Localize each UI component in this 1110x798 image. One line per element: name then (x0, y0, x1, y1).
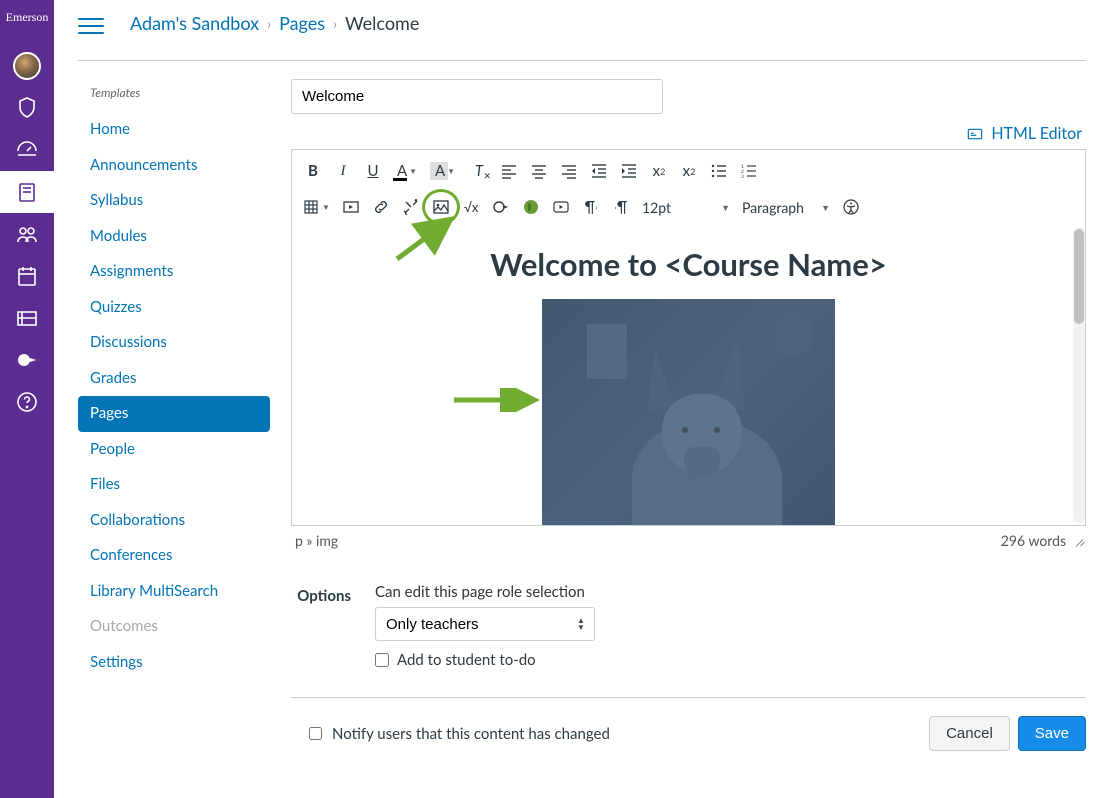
dashboard-icon[interactable] (0, 129, 54, 171)
link-button[interactable] (366, 193, 396, 221)
editor-path[interactable]: p » img (295, 532, 338, 549)
nav-conferences[interactable]: Conferences (78, 538, 273, 574)
nav-outcomes[interactable]: Outcomes (78, 609, 273, 645)
accessibility-checker-button[interactable] (836, 193, 866, 221)
subscript-button[interactable]: x2 (674, 157, 704, 185)
html-editor-toggle[interactable]: HTML Editor (967, 124, 1082, 143)
font-size-dropdown[interactable]: 12pt▼ (636, 193, 736, 221)
role-selection-label: Can edit this page role selection (375, 583, 1086, 601)
nav-discussions[interactable]: Discussions (78, 325, 273, 361)
course-nav: Templates Home Announcements Syllabus Mo… (78, 61, 273, 769)
nav-files[interactable]: Files (78, 467, 273, 503)
save-button[interactable]: Save (1018, 716, 1086, 751)
content-image[interactable] (542, 299, 835, 525)
page-title-input[interactable] (291, 79, 663, 114)
clear-formatting-button[interactable]: T✕ (464, 157, 494, 185)
indent-button[interactable] (614, 157, 644, 185)
notify-checkbox-row[interactable]: Notify users that this content has chang… (309, 725, 610, 743)
superscript-button[interactable]: x2 (644, 157, 674, 185)
numbered-list-button[interactable]: 123 (734, 157, 764, 185)
embed-image-button[interactable] (426, 193, 456, 221)
editor-scrollbar[interactable] (1073, 227, 1085, 523)
nav-syllabus[interactable]: Syllabus (78, 183, 273, 219)
role-select[interactable]: Only teachers (375, 607, 595, 641)
groups-icon[interactable] (0, 213, 54, 255)
text-color-button[interactable]: A▼ (388, 157, 426, 185)
commons-icon[interactable] (0, 339, 54, 381)
breadcrumb-current: Welcome (345, 12, 419, 34)
background-color-button[interactable]: A▼ (426, 157, 464, 185)
editor-body[interactable]: Welcome to <Course Name> (292, 225, 1085, 525)
nav-people[interactable]: People (78, 432, 273, 468)
notify-checkbox-label: Notify users that this content has chang… (332, 725, 610, 743)
help-icon[interactable] (0, 381, 54, 423)
table-button[interactable]: ▼ (298, 193, 336, 221)
equation-button[interactable]: √x (456, 193, 486, 221)
ltr-button[interactable]: ¶› (576, 193, 606, 221)
todo-checkbox-label: Add to student to-do (397, 651, 536, 669)
nav-modules[interactable]: Modules (78, 219, 273, 255)
rich-content-editor: B I U A▼ A▼ T✕ x2 x2 123 (291, 149, 1086, 526)
nav-pages[interactable]: Pages (78, 396, 270, 432)
nav-quizzes[interactable]: Quizzes (78, 290, 273, 326)
align-center-button[interactable] (524, 157, 554, 185)
kaltura-button[interactable] (516, 193, 546, 221)
align-right-button[interactable] (554, 157, 584, 185)
inbox-icon[interactable] (0, 297, 54, 339)
nav-assignments[interactable]: Assignments (78, 254, 273, 290)
nav-collaborations[interactable]: Collaborations (78, 503, 273, 539)
chevron-right-icon: › (267, 15, 271, 32)
options-label: Options (291, 583, 351, 669)
course-nav-section-label: Templates (78, 81, 273, 112)
svg-text:3: 3 (741, 174, 744, 179)
notify-checkbox[interactable] (309, 727, 322, 740)
breadcrumb: Adam's Sandbox › Pages › Welcome (130, 12, 419, 34)
chevron-right-icon: › (333, 15, 337, 32)
cancel-button[interactable]: Cancel (929, 716, 1010, 751)
calendar-icon[interactable] (0, 255, 54, 297)
breadcrumb-course[interactable]: Adam's Sandbox (130, 12, 259, 34)
rtl-button[interactable]: ‹¶ (606, 193, 636, 221)
insert-link-button[interactable] (486, 193, 516, 221)
nav-announcements[interactable]: Announcements (78, 148, 273, 184)
align-left-button[interactable] (494, 157, 524, 185)
nav-home[interactable]: Home (78, 112, 273, 148)
nav-settings[interactable]: Settings (78, 645, 273, 681)
course-nav-toggle[interactable] (78, 13, 104, 33)
content-heading: Welcome to <Course Name> (308, 245, 1069, 283)
block-format-dropdown[interactable]: Paragraph▼ (736, 193, 836, 221)
global-nav: Emerson (0, 0, 54, 798)
nav-library-multisearch[interactable]: Library MultiSearch (78, 574, 273, 610)
italic-button[interactable]: I (328, 157, 358, 185)
institution-logo[interactable]: Emerson (6, 10, 49, 25)
youtube-button[interactable] (546, 193, 576, 221)
outdent-button[interactable] (584, 157, 614, 185)
breadcrumb-section[interactable]: Pages (279, 12, 325, 34)
resize-handle-icon[interactable] (1072, 539, 1082, 549)
bold-button[interactable]: B (298, 157, 328, 185)
todo-checkbox[interactable] (375, 653, 389, 667)
courses-icon[interactable] (0, 171, 54, 213)
admin-icon[interactable] (0, 87, 54, 129)
underline-button[interactable]: U (358, 157, 388, 185)
unlink-button[interactable] (396, 193, 426, 221)
media-button[interactable] (336, 193, 366, 221)
word-count: 296 words (1001, 532, 1066, 549)
account-avatar[interactable] (0, 45, 54, 87)
todo-checkbox-row[interactable]: Add to student to-do (375, 651, 1086, 669)
bullet-list-button[interactable] (704, 157, 734, 185)
nav-grades[interactable]: Grades (78, 361, 273, 397)
